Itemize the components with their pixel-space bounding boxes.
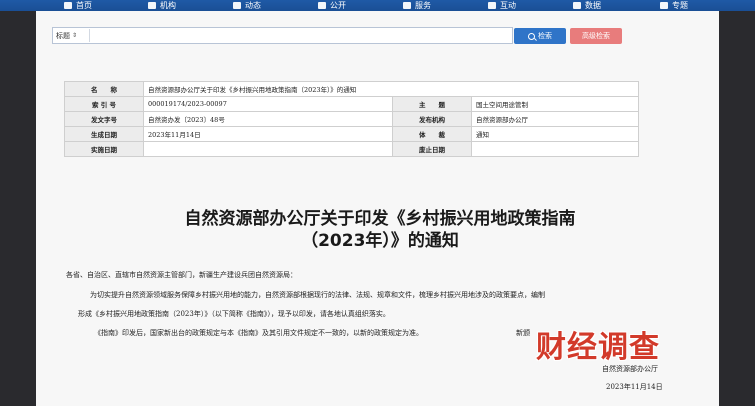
nav-label: 数据	[585, 1, 601, 10]
search-icon	[528, 32, 535, 40]
nav-label: 机构	[160, 1, 176, 10]
table-row: 名 称 自然资源部办公厅关于印发《乡村振兴用地政策指南（2023年）》的通知	[64, 81, 639, 97]
paragraph-2-tail: 新颁	[516, 329, 530, 337]
topic-value: 国土空间用途管制	[471, 96, 639, 112]
docno-value: 自然资办发〔2023〕48号	[143, 111, 393, 127]
issuer-label: 发布机构	[392, 111, 472, 127]
repeal-date-label: 废止日期	[392, 141, 472, 157]
top-navigation-bar: 首页 机构 动态 公开 服务 互动 数据 专题	[0, 0, 755, 11]
data-icon	[573, 2, 581, 9]
nav-item-open[interactable]: 公开	[318, 0, 346, 11]
signature-date: 2023年11月14日	[606, 383, 663, 391]
topic-icon	[660, 2, 668, 9]
search-input[interactable]	[90, 28, 512, 43]
nav-item-institution[interactable]: 机构	[148, 0, 176, 11]
broadcast-watermark-logo: 财经调查	[536, 330, 660, 365]
news-icon	[233, 2, 241, 9]
chat-icon	[488, 2, 496, 9]
impl-date-value	[143, 141, 393, 157]
nav-label: 动态	[245, 1, 261, 10]
nav-label: 首页	[76, 1, 92, 10]
title-line-2: （2023年）》的通知	[301, 231, 459, 251]
nav-item-news[interactable]: 动态	[233, 0, 261, 11]
service-icon	[403, 2, 411, 9]
nav-item-topic[interactable]: 专题	[660, 0, 688, 11]
search-bar: 标题 ⇕	[52, 27, 513, 44]
search-button-label: 检索	[538, 32, 552, 40]
docno-label: 发文字号	[64, 111, 144, 127]
table-row: 生成日期 2023年11月14日 体 裁 通知	[64, 126, 639, 142]
nav-item-home[interactable]: 首页	[64, 0, 92, 11]
name-value: 自然资源部办公厅关于印发《乡村振兴用地政策指南（2023年）》的通知	[143, 81, 639, 97]
genre-value: 通知	[471, 126, 639, 142]
nav-item-data[interactable]: 数据	[573, 0, 601, 11]
index-value: 000019174/2023-00097	[143, 96, 393, 112]
impl-date-label: 实施日期	[64, 141, 144, 157]
index-label: 索 引 号	[64, 96, 144, 112]
nav-label: 公开	[330, 1, 346, 10]
table-row: 发文字号 自然资办发〔2023〕48号 发布机构 自然资源部办公厅	[64, 111, 639, 127]
table-row: 实施日期 废止日期	[64, 141, 639, 157]
table-row: 索 引 号 000019174/2023-00097 主 题 国土空间用途管制	[64, 96, 639, 112]
search-select-value: 标题	[56, 31, 70, 40]
document-title: 自然资源部办公厅关于印发《乡村振兴用地政策指南 （2023年）》的通知	[120, 208, 640, 252]
repeal-date-value	[471, 141, 639, 157]
title-line-1: 自然资源部办公厅关于印发《乡村振兴用地政策指南	[184, 209, 576, 229]
home-icon	[64, 2, 72, 9]
search-button[interactable]: 检索	[514, 28, 566, 44]
nav-label: 专题	[672, 1, 688, 10]
nav-label: 服务	[415, 1, 431, 10]
nav-item-service[interactable]: 服务	[403, 0, 431, 11]
date-label: 生成日期	[64, 126, 144, 142]
nav-item-interaction[interactable]: 互动	[488, 0, 516, 11]
paragraph-1-line-1: 为切实提升自然资源领域服务保障乡村振兴用地的能力，自然资源部根据现行的法律、法规…	[90, 291, 545, 299]
advanced-search-label: 高级检索	[582, 32, 610, 40]
nav-label: 互动	[500, 1, 516, 10]
issuer-value: 自然资源部办公厅	[471, 111, 639, 127]
search-field-select[interactable]: 标题 ⇕	[56, 29, 90, 42]
building-icon	[148, 2, 156, 9]
chevron-up-down-icon: ⇕	[72, 32, 78, 39]
topic-label: 主 题	[392, 96, 472, 112]
paragraph-1-line-2: 形成《乡村振兴用地政策指南（2023年）》（以下简称《指南》），现予以印发，请各…	[78, 310, 390, 318]
date-value: 2023年11月14日	[143, 126, 393, 142]
advanced-search-button[interactable]: 高级检索	[570, 28, 622, 44]
salutation: 各省、自治区、直辖市自然资源主管部门，新疆生产建设兵团自然资源局：	[66, 271, 297, 279]
name-label: 名 称	[64, 81, 144, 97]
document-metadata-table: 名 称 自然资源部办公厅关于印发《乡村振兴用地政策指南（2023年）》的通知 索…	[64, 81, 639, 157]
genre-label: 体 裁	[392, 126, 472, 142]
open-icon	[318, 2, 326, 9]
paragraph-2-line-1: 《指南》印发后，国家新出台的政策规定与本《指南》及其引用文件规定不一致的，以新的…	[94, 329, 423, 337]
